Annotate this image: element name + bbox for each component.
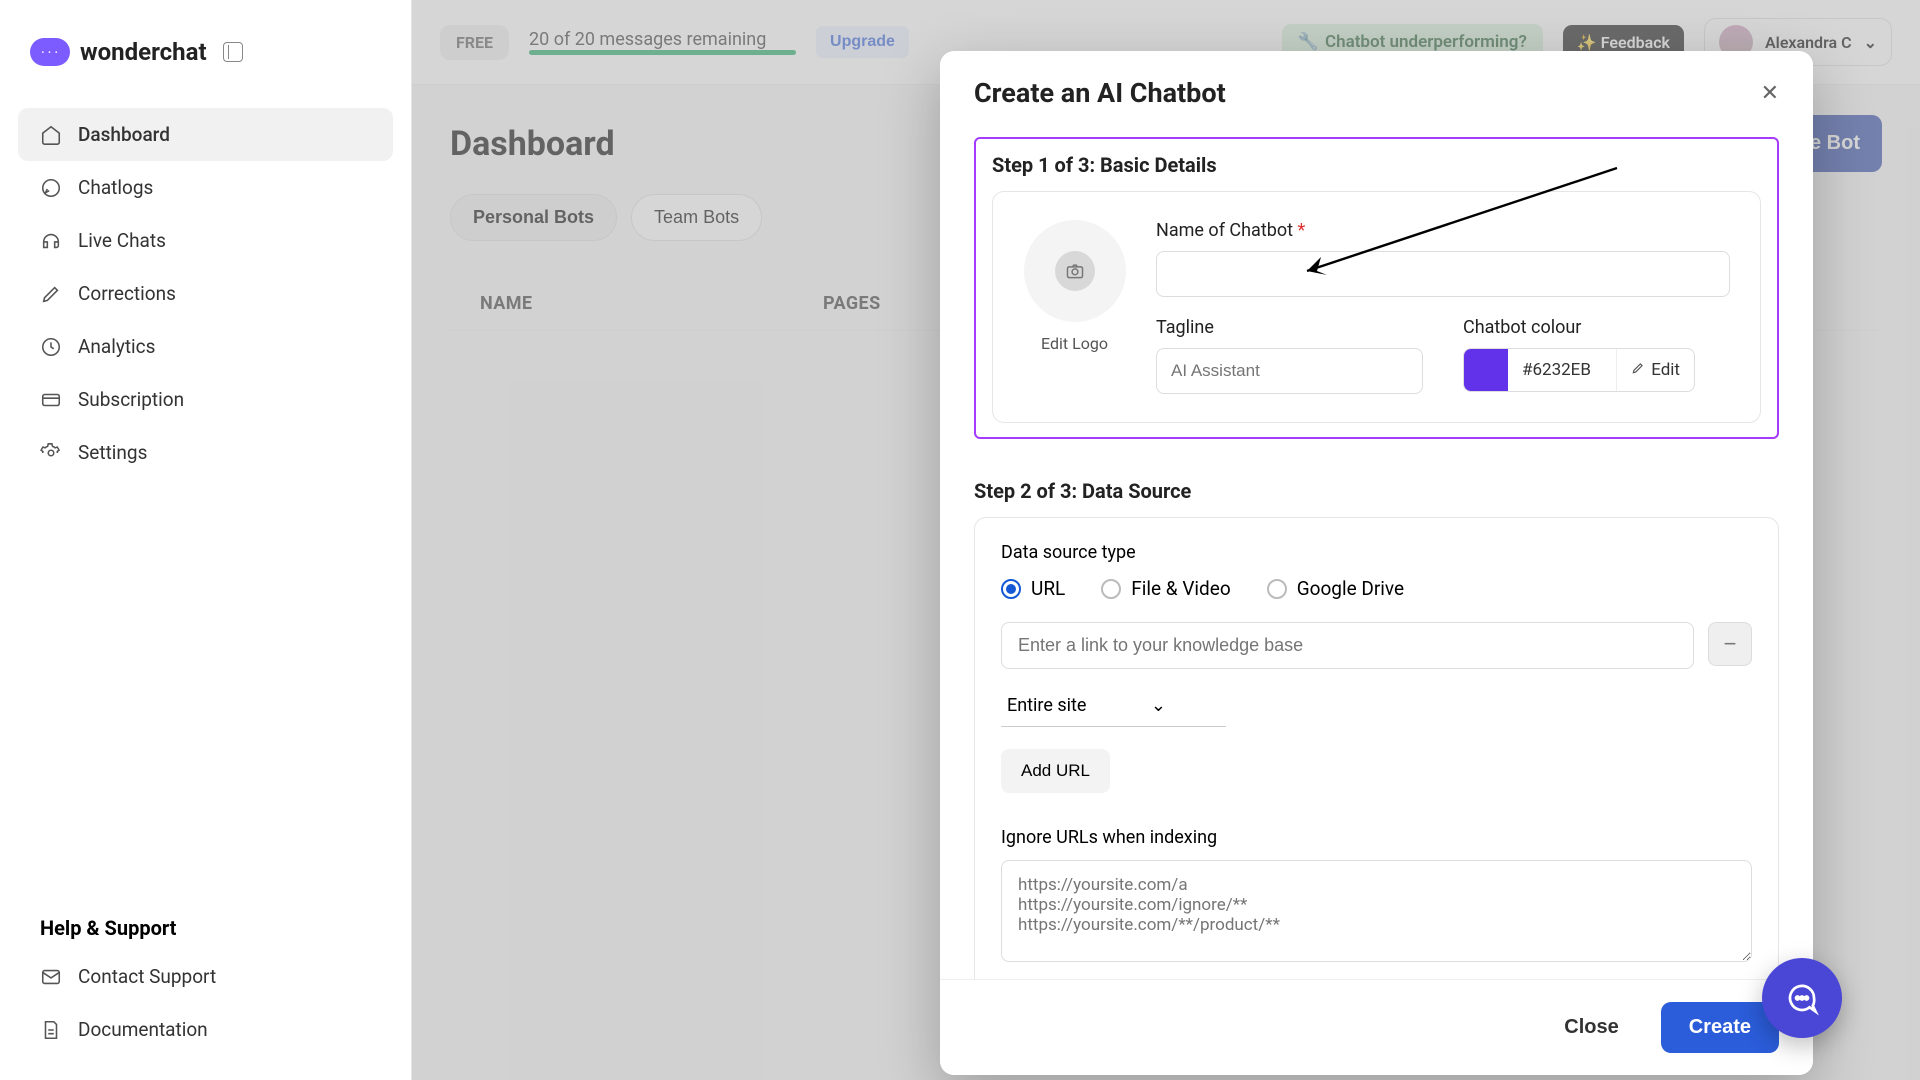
brand-name: wonderchat [80,38,207,66]
ds-type-label: Data source type [1001,542,1752,563]
modal-footer: Close Create [940,979,1813,1075]
nav-label: Dashboard [78,123,170,146]
step1-highlight: Step 1 of 3: Basic Details Edit Logo Nam… [974,137,1779,439]
chat-bubble-icon [1784,980,1820,1016]
step2-title: Step 2 of 3: Data Source [974,479,1779,503]
modal-title: Create an AI Chatbot [974,77,1226,109]
sidebar: • • • wonderchat Dashboard Chatlogs Live… [0,0,412,1080]
gear-icon [40,442,62,464]
main: FREE 20 of 20 messages remaining Upgrade… [412,0,1920,1080]
radio-off-icon [1101,579,1121,599]
color-label: Chatbot colour [1463,317,1730,338]
card-icon [40,389,62,411]
color-hex: #6232EB [1508,360,1616,380]
radio-file-video[interactable]: File & Video [1101,577,1230,600]
sidebar-item-live-chats[interactable]: Live Chats [18,214,393,267]
radio-on-icon [1001,579,1021,599]
nav-label: Analytics [78,335,155,358]
pencil-icon [40,283,62,305]
pencil-icon [1631,360,1645,380]
data-source-card: Data source type URL File & Video Google… [974,517,1779,979]
ignore-urls-textarea[interactable] [1001,860,1752,962]
clock-icon [40,336,62,358]
edit-logo-label: Edit Logo [1041,334,1108,353]
sidebar-item-dashboard[interactable]: Dashboard [18,108,393,161]
chat-icon [40,177,62,199]
sidebar-item-analytics[interactable]: Analytics [18,320,393,373]
nav-label: Chatlogs [78,176,153,199]
sidebar-item-contact-support[interactable]: Contact Support [18,950,393,1003]
tagline-input[interactable] [1156,348,1423,394]
color-picker[interactable]: #6232EB Edit [1463,348,1695,392]
primary-nav: Dashboard Chatlogs Live Chats Correction… [0,96,411,491]
logo-placeholder [1024,220,1126,322]
home-icon [40,124,62,146]
url-input[interactable] [1001,622,1694,669]
radio-off-icon [1267,579,1287,599]
edit-color-button[interactable]: Edit [1616,349,1694,391]
sidebar-item-settings[interactable]: Settings [18,426,393,479]
chevron-down-icon: ⌄ [1151,695,1166,716]
remove-url-button[interactable]: − [1708,622,1752,666]
headset-icon [40,230,62,252]
camera-icon [1055,251,1095,291]
tagline-label: Tagline [1156,317,1423,338]
mail-icon [40,966,62,988]
sidebar-item-subscription[interactable]: Subscription [18,373,393,426]
add-url-button[interactable]: Add URL [1001,749,1110,793]
annotation-arrow [1287,163,1627,283]
ignore-label: Ignore URLs when indexing [1001,827,1752,848]
chat-fab[interactable] [1762,958,1842,1038]
logo-uploader[interactable]: Edit Logo [1023,220,1126,394]
doc-icon [40,1019,62,1041]
nav-label: Settings [78,441,147,464]
sidebar-help: Help & Support Contact Support Documenta… [0,896,411,1056]
ds-type-radios: URL File & Video Google Drive [1001,577,1752,600]
sidebar-item-documentation[interactable]: Documentation [18,1003,393,1056]
close-icon[interactable]: ✕ [1761,81,1779,106]
logo-icon: • • • [30,38,70,66]
radio-google-drive[interactable]: Google Drive [1267,577,1404,600]
close-button[interactable]: Close [1540,1002,1642,1053]
scope-select[interactable]: Entire site ⌄ [1001,685,1226,727]
create-button[interactable]: Create [1661,1002,1779,1053]
color-swatch [1464,348,1508,392]
nav-label: Subscription [78,388,184,411]
sidebar-collapse-icon[interactable] [223,42,243,62]
step2: Step 2 of 3: Data Source Data source typ… [974,479,1779,979]
sidebar-item-corrections[interactable]: Corrections [18,267,393,320]
nav-label: Documentation [78,1018,208,1041]
radio-url[interactable]: URL [1001,577,1065,600]
nav-label: Contact Support [78,965,216,988]
help-heading: Help & Support [18,896,393,950]
create-chatbot-modal: Create an AI Chatbot ✕ Step 1 of 3: Basi… [940,51,1813,1075]
nav-label: Corrections [78,282,176,305]
sidebar-item-chatlogs[interactable]: Chatlogs [18,161,393,214]
nav-label: Live Chats [78,229,166,252]
brand-logo[interactable]: • • • wonderchat [0,24,411,96]
